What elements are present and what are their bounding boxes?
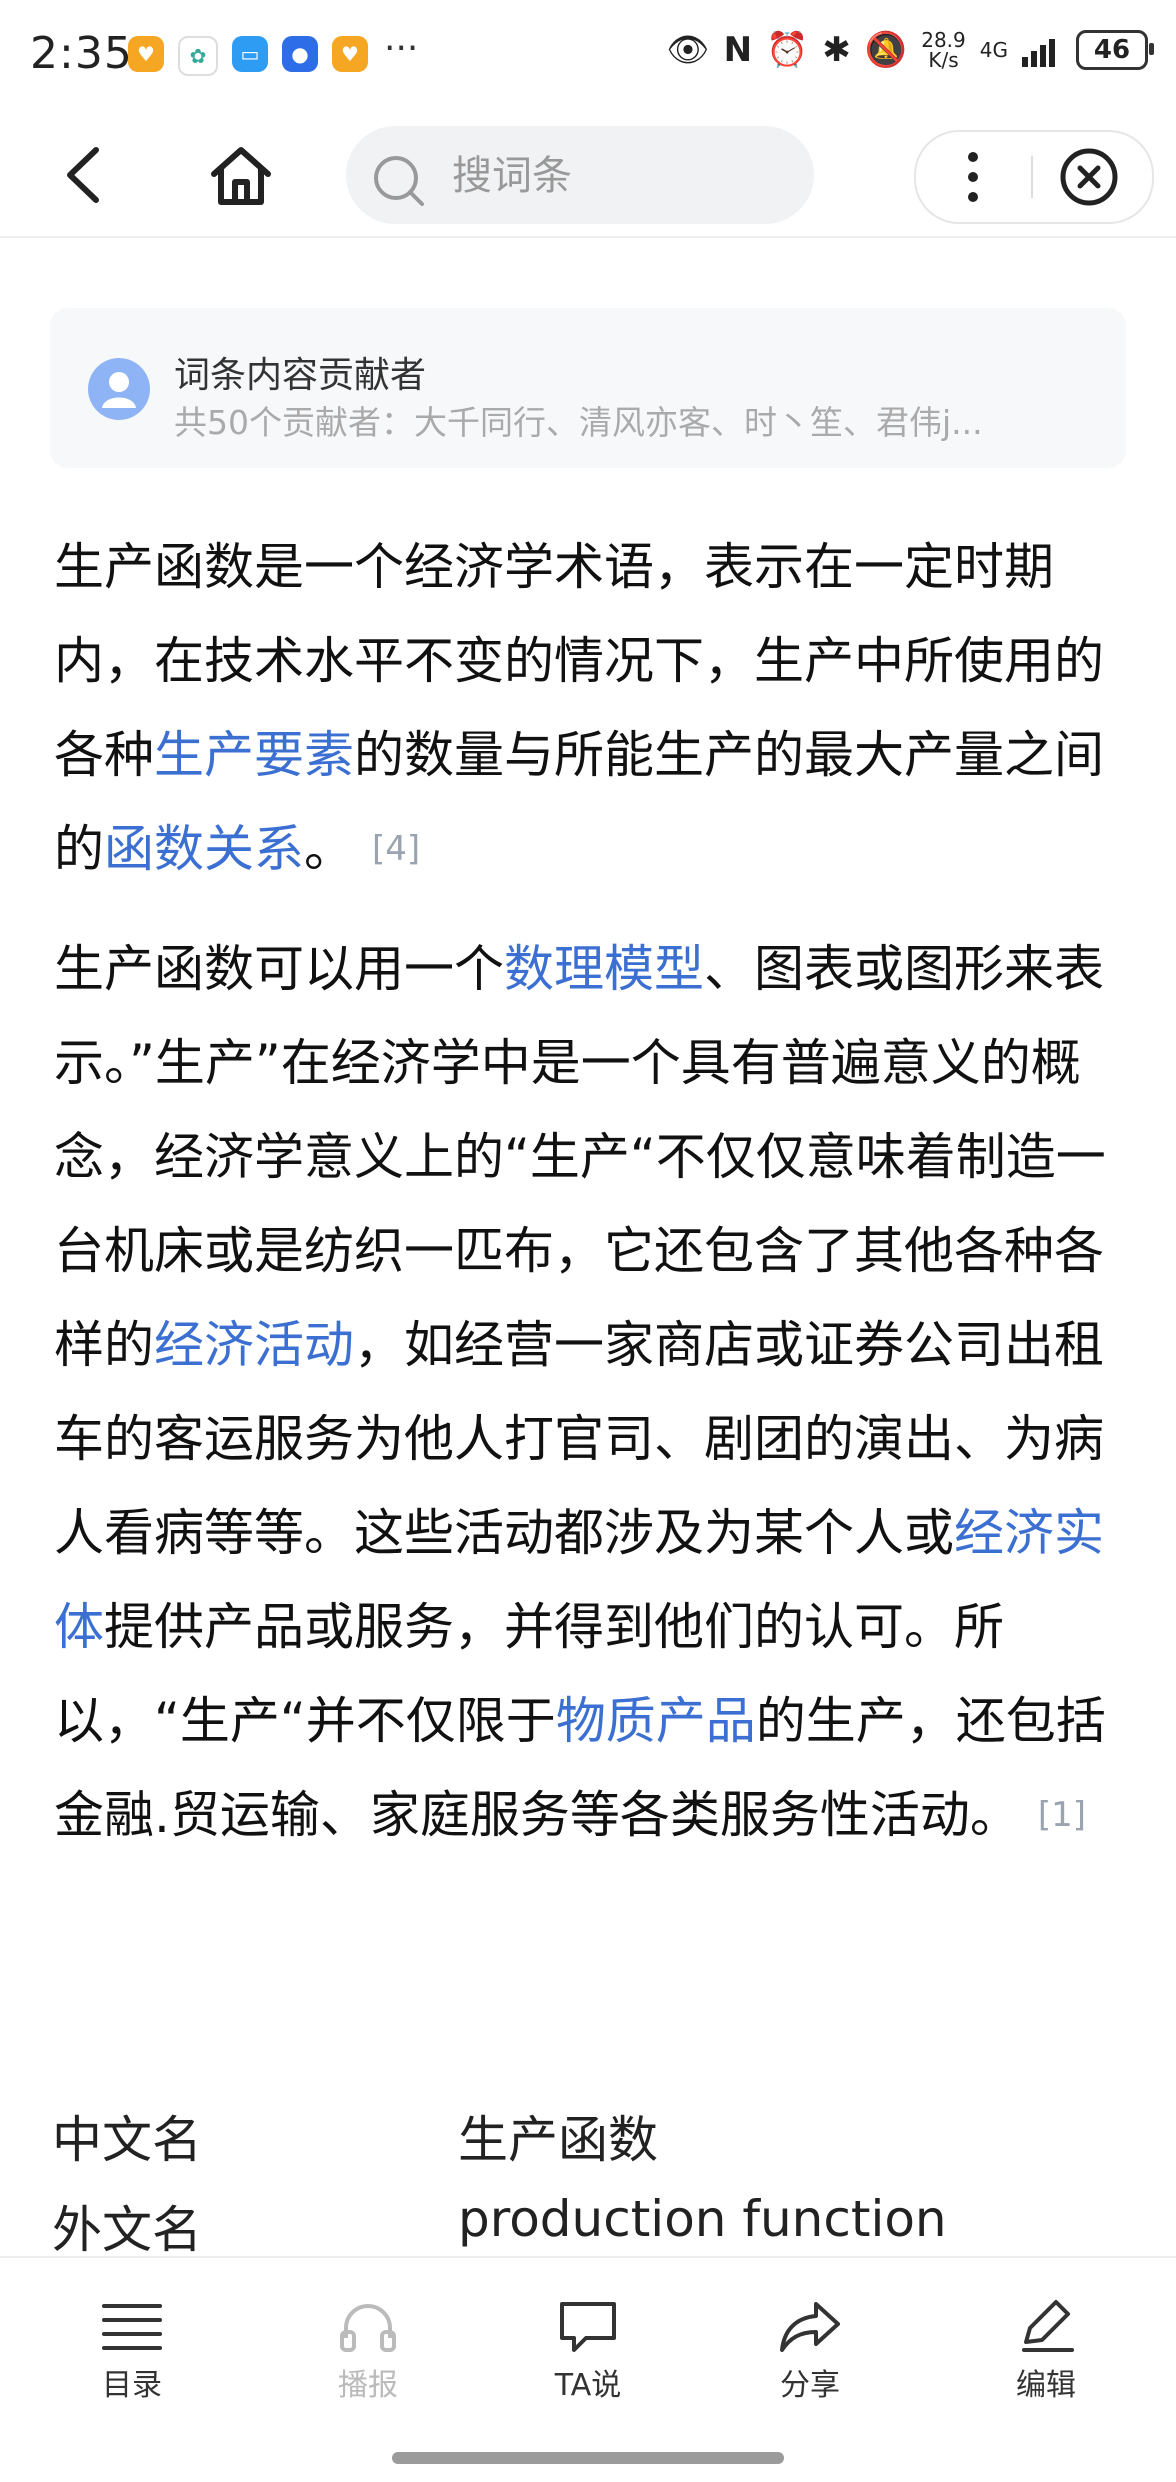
app-notification-icon: ✿: [178, 36, 218, 76]
link-function-relation[interactable]: 函数关系: [104, 820, 304, 878]
more-notifications-icon: ···: [384, 28, 419, 69]
link-production-factor[interactable]: 生产要素: [154, 726, 354, 784]
search-icon: [374, 156, 424, 206]
signal-type: 4G: [979, 38, 1008, 62]
mini-program-capsule: [914, 130, 1154, 224]
search-input[interactable]: [450, 126, 794, 226]
status-bar: 2:35 ♥ ✿ ▭ ● ♥ ··· 👁 N ⏰ ✱ 🔕 28.9 K/s 4G…: [0, 0, 1176, 120]
more-button[interactable]: [938, 142, 1008, 212]
signal-strength-icon: [1022, 39, 1055, 67]
article-body: 生产函数是一个经济学术语，表示在一定时期内，在技术水平不变的情况下，生产中所使用…: [54, 520, 1134, 1862]
headphones-icon: [340, 2304, 396, 2352]
link-material-product[interactable]: 物质产品: [556, 1692, 756, 1750]
edit-label: 编辑: [1016, 2368, 1076, 2403]
chat-app-icon: ▭: [232, 36, 268, 72]
app-notification-icon: ♥: [128, 36, 164, 72]
contributors-title: 词条内容贡献者: [174, 355, 427, 396]
edit-button[interactable]: 编辑: [976, 2298, 1116, 2404]
back-arrow-icon: [67, 147, 99, 203]
info-key: 中文名: [52, 2111, 202, 2169]
back-button[interactable]: [52, 140, 122, 210]
bluetooth-icon: ✱: [822, 30, 851, 70]
status-time: 2:35: [30, 28, 133, 79]
close-button[interactable]: [1054, 142, 1124, 212]
citation-4[interactable]: [4]: [372, 829, 420, 869]
info-value: production function: [458, 2190, 947, 2248]
list-icon: [102, 2304, 162, 2350]
home-button[interactable]: [206, 140, 276, 210]
more-vertical-icon: [968, 152, 978, 202]
notification-icons: ♥ ✿ ▭ ● ♥: [128, 36, 368, 76]
alarm-icon: ⏰: [766, 30, 809, 70]
network-speed: 28.9 K/s: [921, 28, 966, 72]
battery-icon: 46: [1076, 30, 1154, 70]
capsule-divider: [1031, 156, 1033, 198]
link-economic-activity[interactable]: 经济活动: [154, 1316, 354, 1374]
contributors-card[interactable]: 词条内容贡献者 共50个贡献者：大千同行、清风亦客、时丶笙、君伟j...: [50, 308, 1126, 468]
navigation-bar: [0, 120, 1176, 238]
info-row: 中文名 生产函数: [52, 2100, 1132, 2190]
app-notification-icon: ♥: [332, 36, 368, 72]
citation-1[interactable]: [1]: [1038, 1795, 1086, 1835]
share-label: 分享: [780, 2368, 840, 2403]
search-bar[interactable]: [346, 126, 814, 226]
pencil-icon: [1022, 2300, 1074, 2352]
broadcast-label: 播报: [338, 2368, 398, 2403]
basic-info-table: 中文名 生产函数 外文名 production function: [52, 2100, 1132, 2280]
contributor-avatar-icon: [88, 358, 150, 420]
article-paragraph-1: 生产函数是一个经济学术语，表示在一定时期内，在技术水平不变的情况下，生产中所使用…: [54, 538, 1104, 878]
mute-icon: 🔕: [864, 30, 908, 70]
catalog-button[interactable]: 目录: [62, 2298, 202, 2404]
bottom-toolbar: 目录 播报 TA说 分享 编辑: [0, 2256, 1176, 2482]
home-icon: [211, 147, 271, 205]
info-key: 外文名: [52, 2201, 202, 2259]
ta-say-button[interactable]: TA说: [518, 2298, 658, 2404]
info-value: 生产函数: [458, 2111, 658, 2169]
contributors-list: 共50个贡献者：大千同行、清风亦客、时丶笙、君伟j...: [174, 403, 983, 442]
system-status: 👁 N ⏰ ✱ 🔕 28.9 K/s 4G 46: [666, 28, 1154, 72]
broadcast-button[interactable]: 播报: [298, 2298, 438, 2404]
comment-icon: [560, 2302, 616, 2352]
home-indicator[interactable]: [392, 2452, 784, 2464]
eye-icon: 👁: [666, 30, 710, 70]
close-circle-icon: [1060, 148, 1118, 206]
share-button[interactable]: 分享: [740, 2298, 880, 2404]
catalog-label: 目录: [102, 2368, 162, 2403]
app-notification-icon: ●: [282, 36, 318, 72]
link-math-model[interactable]: 数理模型: [504, 940, 704, 998]
nfc-icon: N: [723, 30, 753, 70]
share-icon: [780, 2302, 840, 2352]
ta-say-label: TA说: [554, 2368, 622, 2403]
article-paragraph-2: 生产函数可以用一个数理模型、图表或图形来表示。”生产”在经济学中是一个具有普遍意…: [54, 940, 1106, 1844]
